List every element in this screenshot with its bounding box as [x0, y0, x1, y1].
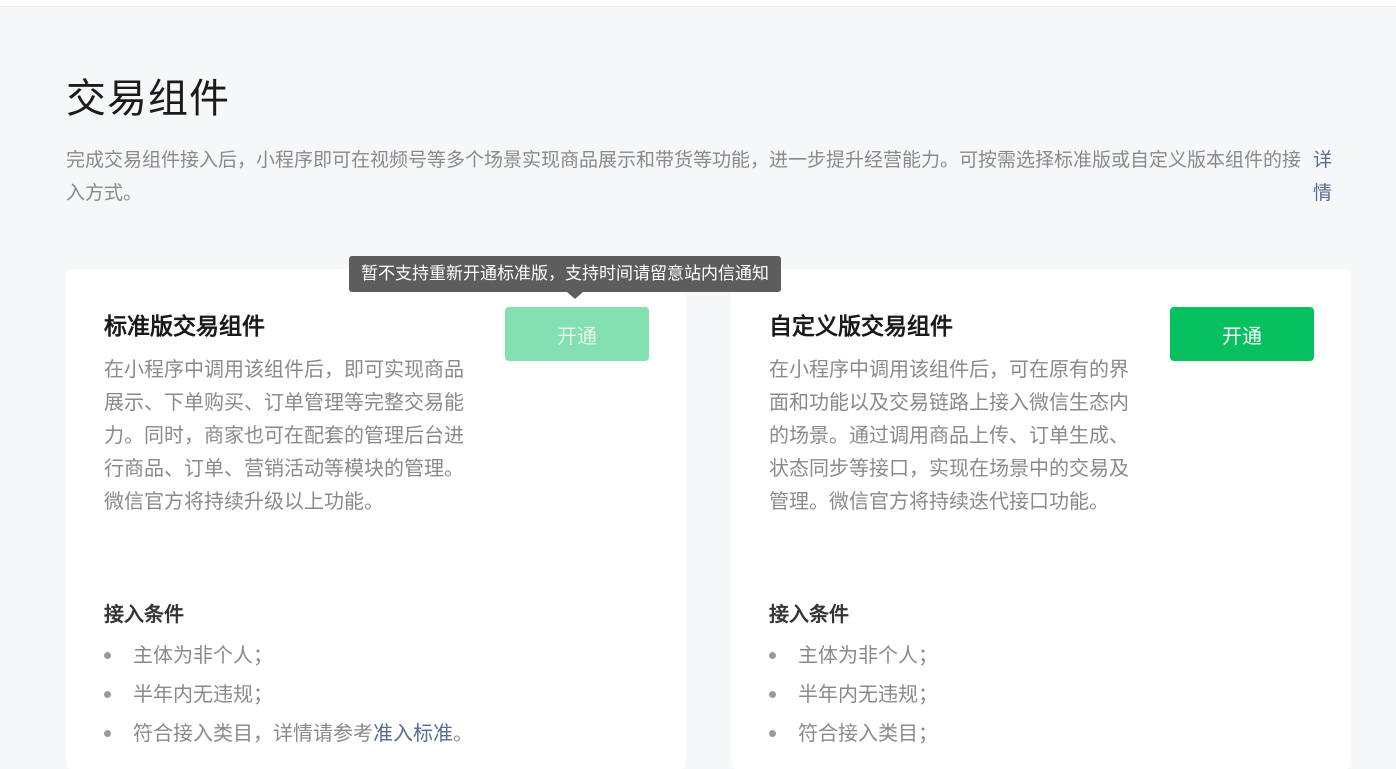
page-title: 交易组件: [66, 76, 230, 122]
conditions-title: 接入条件: [104, 602, 184, 626]
conditions-list: 主体为非个人； 半年内无违规； 符合接入类目，详情请参考准入标准。: [104, 636, 473, 753]
custom-open-button[interactable]: 开通: [1170, 307, 1314, 361]
list-item: 符合接入类目；: [769, 714, 938, 753]
card-description: 在小程序中调用该组件后，即可实现商品展示、下单购买、订单管理等完整交易能力。同时…: [104, 357, 464, 513]
list-item: 半年内无违规；: [769, 675, 938, 714]
condition-text: 符合接入类目；: [798, 721, 938, 745]
access-standard-link[interactable]: 准入标准: [373, 721, 453, 745]
conditions-title: 接入条件: [769, 602, 849, 626]
condition-text: 半年内无违规；: [133, 682, 273, 706]
top-bar: [0, 0, 1396, 7]
bullet-icon: [104, 652, 111, 659]
condition-text: 主体为非个人；: [798, 643, 938, 667]
list-item: 符合接入类目，详情请参考准入标准。: [104, 714, 473, 753]
condition-text: 半年内无违规；: [798, 682, 938, 706]
page-intro: 完成交易组件接入后，小程序即可在视频号等多个场景实现商品展示和带货等功能，进一步…: [66, 149, 1302, 204]
card-title: 标准版交易组件: [104, 314, 265, 340]
condition-text: 主体为非个人；: [133, 643, 273, 667]
bullet-icon: [104, 730, 111, 737]
condition-suffix: 。: [453, 721, 473, 745]
list-item: 主体为非个人；: [769, 636, 938, 675]
card-title: 自定义版交易组件: [769, 314, 953, 340]
bullet-icon: [769, 691, 776, 698]
condition-text: 符合接入类目，详情请参考: [133, 721, 373, 745]
disabled-tooltip: 暂不支持重新开通标准版，支持时间请留意站内信通知: [349, 256, 781, 292]
detail-link[interactable]: 详情: [1313, 144, 1337, 210]
bullet-icon: [104, 691, 111, 698]
tooltip-arrow: [567, 292, 583, 299]
list-item: 主体为非个人；: [104, 636, 473, 675]
standard-open-button[interactable]: 开通: [505, 307, 649, 361]
card-description: 在小程序中调用该组件后，可在原有的界面和功能以及交易链路上接入微信生态内的场景。…: [769, 357, 1129, 513]
bullet-icon: [769, 652, 776, 659]
list-item: 半年内无违规；: [104, 675, 473, 714]
conditions-list: 主体为非个人； 半年内无违规； 符合接入类目；: [769, 636, 938, 753]
custom-component-card: 自定义版交易组件 在小程序中调用该组件后，可在原有的界面和功能以及交易链路上接入…: [731, 269, 1351, 769]
bullet-icon: [769, 730, 776, 737]
standard-component-card: 标准版交易组件 在小程序中调用该组件后，即可实现商品展示、下单购买、订单管理等完…: [66, 269, 686, 769]
